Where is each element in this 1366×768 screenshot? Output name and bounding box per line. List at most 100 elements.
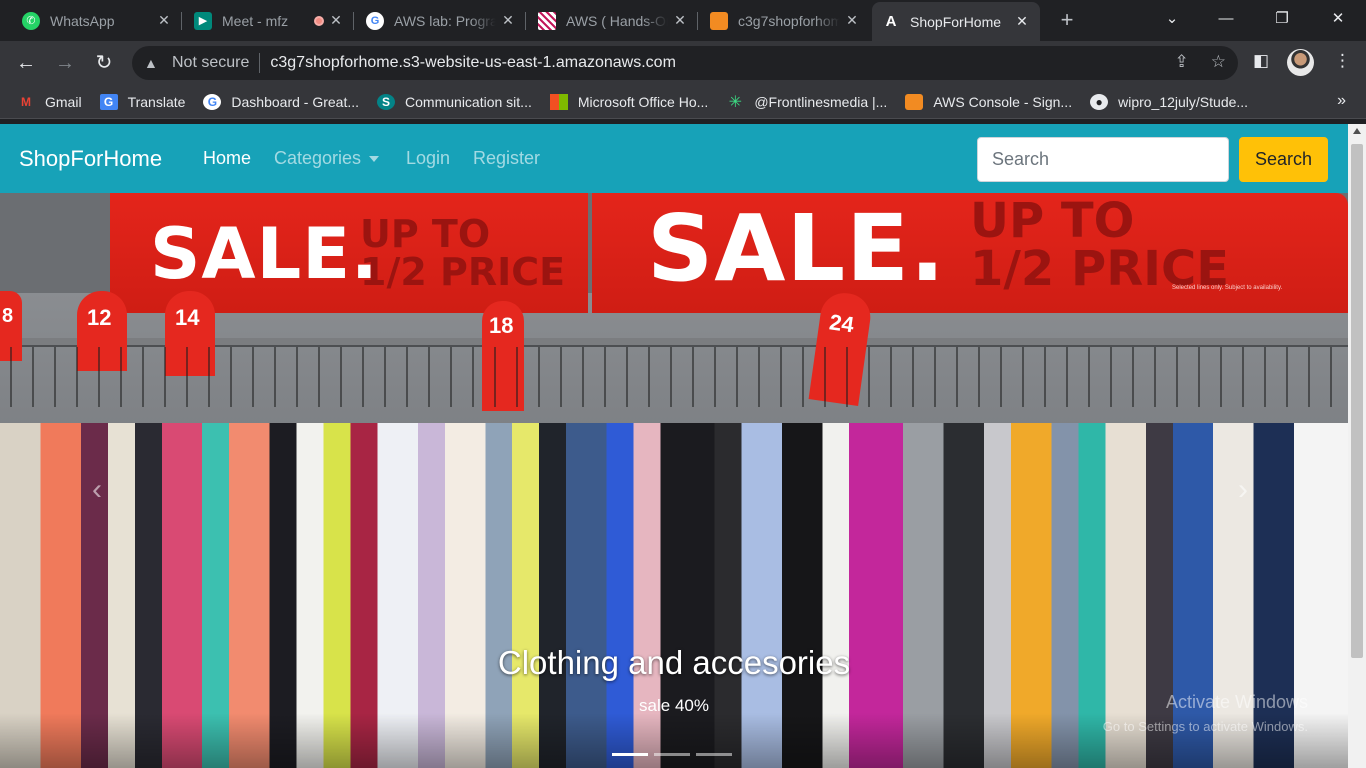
hangers bbox=[0, 347, 1348, 407]
github-icon: ● bbox=[1090, 93, 1109, 110]
nav-categories-label: Categories bbox=[274, 148, 362, 168]
tab-title: Meet - mfz bbox=[222, 12, 289, 29]
carousel-next-icon[interactable]: › bbox=[1238, 473, 1248, 507]
search-input[interactable] bbox=[977, 137, 1229, 182]
close-tab-icon[interactable]: ✕ bbox=[844, 12, 860, 29]
close-tab-icon[interactable]: ✕ bbox=[156, 12, 172, 29]
back-arrow-icon[interactable]: ← bbox=[13, 50, 39, 76]
size-tag-label: 8 bbox=[2, 305, 14, 327]
bookmark-label: @Frontlinesmedia |... bbox=[754, 93, 888, 110]
recording-icon bbox=[314, 15, 324, 26]
bookmark-aws-console[interactable]: AWS Console - Sign... bbox=[905, 93, 1073, 110]
bookmarks-bar: M Gmail G Translate G Dashboard - Great.… bbox=[0, 85, 1366, 119]
close-tab-icon[interactable]: ✕ bbox=[672, 12, 688, 29]
scroll-up-arrow-icon[interactable] bbox=[1353, 128, 1361, 134]
watermark-subtitle: Go to Settings to activate Windows. bbox=[1102, 718, 1308, 734]
bookmark-label: Microsoft Office Ho... bbox=[577, 93, 709, 110]
size-tag-label: 24 bbox=[827, 309, 856, 338]
tab-separator bbox=[697, 12, 698, 30]
activate-windows-watermark: Activate Windows Go to Settings to activ… bbox=[1103, 688, 1308, 738]
warning-triangle-icon[interactable]: ▲ bbox=[144, 55, 160, 71]
profile-avatar[interactable] bbox=[1287, 49, 1314, 76]
google-icon: G bbox=[203, 93, 222, 110]
tab-title: ShopForHome bbox=[910, 13, 1002, 30]
forward-arrow-icon[interactable]: → bbox=[52, 50, 78, 76]
gmail-icon: M bbox=[21, 94, 31, 109]
tab-title: WhatsApp bbox=[50, 12, 115, 29]
scrollbar-thumb[interactable] bbox=[1351, 144, 1363, 658]
bookmark-microsoft-office[interactable]: Microsoft Office Ho... bbox=[549, 93, 709, 110]
address-bar[interactable]: ▲ Not secure c3g7shopforhome.s3-website-… bbox=[132, 46, 1238, 80]
tab-title: AWS lab: Programs bbox=[394, 12, 496, 29]
nav-categories-dropdown[interactable]: Categories bbox=[274, 148, 380, 169]
watermark-title: Activate Windows bbox=[1165, 692, 1308, 712]
carousel-prev-icon[interactable]: ‹ bbox=[92, 473, 102, 507]
meet-icon: ▶ bbox=[194, 11, 212, 30]
page-content: ShopForHome Home Categories Login Regist… bbox=[0, 124, 1348, 768]
brand-logo[interactable]: ShopForHome bbox=[19, 146, 162, 172]
new-tab-button[interactable]: + bbox=[1054, 8, 1080, 34]
reload-icon[interactable]: ↻ bbox=[91, 50, 117, 76]
star-burst-icon: ✳ bbox=[728, 93, 743, 111]
close-tab-icon[interactable]: ✕ bbox=[500, 12, 516, 29]
sale-text: SALE. bbox=[150, 213, 379, 295]
hero-carousel: SALE. UP TO 1/2 PRICE SALE. UP TO 1/2 PR… bbox=[0, 193, 1348, 768]
nav-home-link[interactable]: Home bbox=[203, 148, 251, 169]
tab-aws-hands-on[interactable]: AWS ( Hands-On ✕ bbox=[528, 4, 698, 37]
angular-icon: A bbox=[885, 13, 897, 30]
tab-title: c3g7shopforhome bbox=[738, 12, 840, 29]
bookmark-gmail[interactable]: M Gmail bbox=[17, 94, 82, 110]
upto-text: UP TO bbox=[970, 193, 1135, 249]
tab-meet[interactable]: ▶ Meet - mfz ✕ bbox=[184, 4, 354, 37]
side-panel-icon[interactable]: ◧ bbox=[1253, 51, 1269, 71]
bookmark-github[interactable]: ● wipro_12july/Stude... bbox=[1090, 93, 1248, 110]
sharepoint-icon: S bbox=[377, 93, 396, 110]
close-tab-icon[interactable]: ✕ bbox=[328, 12, 344, 29]
tab-separator bbox=[181, 12, 182, 30]
more-bookmarks-icon[interactable]: » bbox=[1337, 92, 1346, 110]
upto-text: UP TO bbox=[360, 212, 491, 256]
bookmark-dashboard[interactable]: G Dashboard - Great... bbox=[203, 93, 360, 110]
bookmark-translate[interactable]: G Translate bbox=[99, 93, 186, 110]
more-menu-icon[interactable]: ⋮ bbox=[1334, 51, 1351, 71]
whatsapp-icon: ✆ bbox=[22, 11, 40, 30]
restore-icon[interactable]: ❐ bbox=[1262, 6, 1302, 32]
bookmark-communication-site[interactable]: S Communication sit... bbox=[377, 93, 532, 110]
tab-whatsapp[interactable]: ✆ WhatsApp ✕ bbox=[12, 4, 182, 37]
search-button[interactable]: Search bbox=[1239, 137, 1328, 182]
bookmark-frontlinesmedia[interactable]: ✳ @Frontlinesmedia |... bbox=[726, 93, 888, 111]
nav-register-link[interactable]: Register bbox=[473, 148, 540, 169]
bookmark-star-icon[interactable]: ☆ bbox=[1211, 52, 1226, 72]
caret-down-icon bbox=[369, 156, 380, 163]
size-tag-label: 18 bbox=[489, 313, 514, 338]
close-window-icon[interactable]: ✕ bbox=[1318, 6, 1358, 32]
size-tag-label: 14 bbox=[175, 305, 200, 330]
translate-icon: G bbox=[99, 93, 118, 110]
not-secure-label[interactable]: Not secure bbox=[172, 54, 249, 72]
share-icon[interactable]: ⇪ bbox=[1175, 52, 1189, 72]
nav-login-link[interactable]: Login bbox=[406, 148, 450, 169]
carousel-indicator[interactable] bbox=[612, 753, 648, 756]
tab-search-chevron-icon[interactable]: ⌄ bbox=[1152, 6, 1192, 32]
tab-strip: ✆ WhatsApp ✕ ▶ Meet - mfz ✕ G AWS lab: P… bbox=[0, 0, 1366, 41]
page-scrollbar[interactable] bbox=[1348, 124, 1366, 768]
google-icon: G bbox=[366, 11, 384, 30]
sale-text: SALE. bbox=[647, 195, 946, 302]
bookmark-label: Translate bbox=[127, 93, 186, 110]
tab-title: AWS ( Hands-On bbox=[566, 12, 668, 29]
bookmark-label: Dashboard - Great... bbox=[231, 93, 360, 110]
bookmark-label: Communication sit... bbox=[405, 93, 532, 110]
tab-shopforhome[interactable]: A ShopForHome ✕ bbox=[872, 2, 1040, 41]
url-text[interactable]: c3g7shopforhome.s3-website-us-east-1.ama… bbox=[270, 54, 676, 72]
omnibox-divider bbox=[259, 53, 261, 73]
tab-aws-lab[interactable]: G AWS lab: Programs ✕ bbox=[356, 4, 526, 37]
carousel-indicator[interactable] bbox=[654, 753, 690, 756]
half-price-text: 1/2 PRICE bbox=[360, 250, 566, 294]
tab-c3g7shopforhome[interactable]: c3g7shopforhome ✕ bbox=[700, 4, 870, 37]
carousel-caption-title: Clothing and accesories bbox=[497, 644, 851, 681]
minimize-icon[interactable]: — bbox=[1206, 6, 1246, 32]
close-tab-icon[interactable]: ✕ bbox=[1014, 13, 1030, 30]
carousel-indicator[interactable] bbox=[696, 753, 732, 756]
bookmark-label: AWS Console - Sign... bbox=[933, 93, 1073, 110]
fine-print: Selected lines only. Subject to availabi… bbox=[1172, 285, 1283, 291]
